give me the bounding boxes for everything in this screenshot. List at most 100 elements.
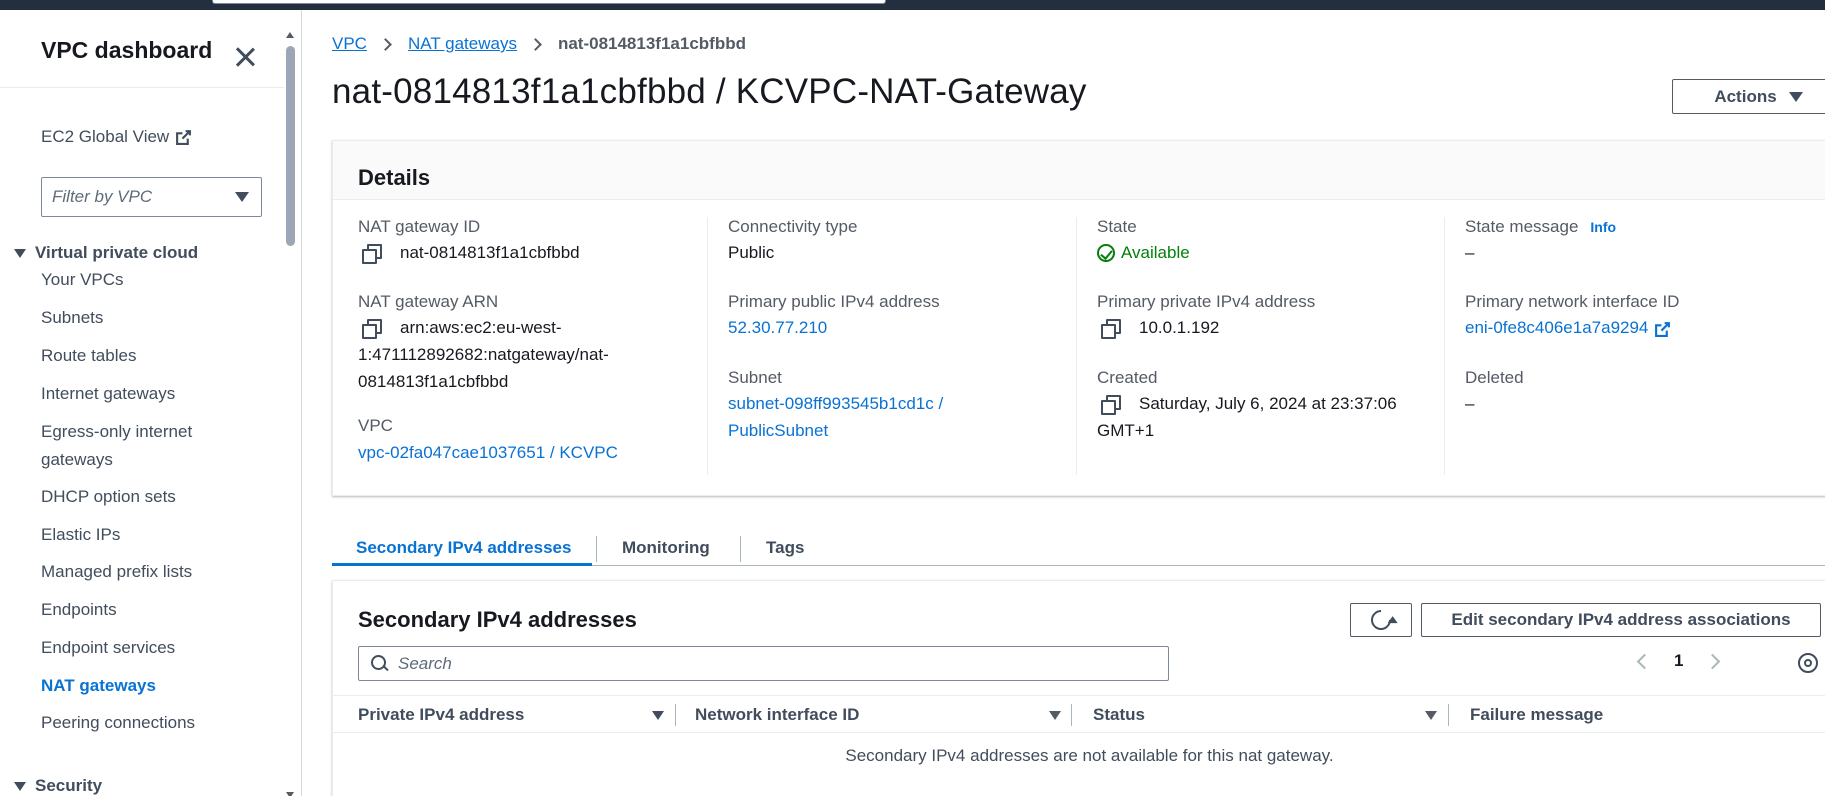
ec2-global-view-link[interactable]: EC2 Global View — [41, 127, 192, 147]
search-icon — [371, 655, 388, 672]
sidebar-item-endpoint-services[interactable]: Endpoint services — [41, 634, 261, 662]
state-text: Available — [1121, 243, 1190, 262]
filter-by-vpc-placeholder: Filter by VPC — [52, 187, 153, 206]
scroll-down-icon[interactable] — [286, 792, 294, 796]
sidebar-item-subnets[interactable]: Subnets — [41, 304, 261, 332]
nat-gateway-arn-label: NAT gateway ARN — [358, 292, 499, 311]
caret-down-icon — [235, 192, 249, 202]
column-divider[interactable] — [1448, 704, 1449, 726]
sort-icon[interactable] — [1049, 711, 1061, 720]
edit-secondary-ipv4-button[interactable]: Edit secondary IPv4 address associations — [1421, 603, 1821, 637]
scroll-up-icon[interactable] — [286, 32, 294, 38]
arn-line-1: arn:aws:ec2:eu-west- — [400, 318, 562, 337]
secondary-ipv4-panel: Secondary IPv4 addresses Edit secondary … — [332, 580, 1825, 796]
primary-eni-link[interactable]: eni-0fe8c406e1a7a9294 — [1465, 314, 1671, 341]
sidebar-item-egress-only-internet-gateways[interactable]: Egress-only internet gateways — [41, 418, 261, 474]
sidebar-scrollbar[interactable] — [284, 20, 296, 796]
deleted-value: – — [1465, 394, 1475, 413]
nat-gateway-id-text: nat-0814813f1a1cbfbbd — [400, 243, 580, 262]
primary-eni-label: Primary network interface ID — [1465, 292, 1680, 311]
sidebar-item-route-tables[interactable]: Route tables — [41, 342, 261, 370]
secondary-ipv4-title: Secondary IPv4 addresses — [358, 607, 637, 632]
nat-gateway-arn-value: arn:aws:ec2:eu-west- 1:471112892682:natg… — [358, 314, 658, 395]
gear-icon[interactable] — [1798, 653, 1818, 673]
copy-icon[interactable] — [1101, 318, 1121, 339]
primary-eni-text: eni-0fe8c406e1a7a9294 — [1465, 318, 1649, 337]
details-panel: Details NAT gateway ID nat-0814813f1a1cb… — [332, 140, 1825, 496]
section-virtual-private-cloud[interactable]: Virtual private cloud — [14, 243, 198, 263]
refresh-icon — [1366, 605, 1396, 635]
scrollbar-thumb[interactable] — [286, 46, 295, 246]
arn-line-2: 1:471112892682:natgateway/nat- — [358, 345, 609, 364]
breadcrumb-vpc[interactable]: VPC — [332, 34, 367, 54]
next-page-icon[interactable] — [1705, 653, 1721, 669]
column-private-ipv4-address[interactable]: Private IPv4 address — [358, 705, 524, 725]
sidebar-item-managed-prefix-lists[interactable]: Managed prefix lists — [41, 558, 261, 586]
column-network-interface-id[interactable]: Network interface ID — [695, 705, 859, 725]
main-content: VPC NAT gateways nat-0814813f1a1cbfbbd n… — [302, 10, 1825, 796]
page-title: nat-0814813f1a1cbfbbd / KCVPC-NAT-Gatewa… — [332, 72, 1087, 111]
refresh-button[interactable] — [1350, 603, 1412, 637]
actions-button[interactable]: Actions — [1672, 79, 1825, 114]
search-placeholder: Search — [398, 653, 452, 673]
divider — [0, 87, 284, 88]
tab-tags[interactable]: Tags — [766, 520, 804, 566]
section-label: Security — [35, 776, 103, 795]
subnet-line-1: subnet-098ff993545b1cd1c / — [728, 394, 944, 413]
primary-public-ipv4-label: Primary public IPv4 address — [728, 292, 940, 311]
chevron-right-icon — [529, 37, 542, 51]
vpc-link[interactable]: vpc-02fa047cae1037651 / KCVPC — [358, 439, 618, 466]
connectivity-type-value: Public — [728, 243, 775, 262]
copy-icon[interactable] — [362, 318, 382, 339]
sort-icon[interactable] — [1425, 711, 1437, 720]
copy-icon[interactable] — [362, 243, 382, 264]
details-heading: Details — [333, 141, 1825, 200]
column-status[interactable]: Status — [1093, 705, 1145, 725]
created-label: Created — [1097, 368, 1158, 387]
status-available-icon — [1097, 243, 1115, 262]
chevron-right-icon — [379, 37, 392, 51]
search-input[interactable]: Search — [358, 646, 1169, 681]
close-icon[interactable] — [234, 46, 256, 68]
empty-state-message: Secondary IPv4 addresses are not availab… — [845, 746, 1334, 765]
global-search-field[interactable] — [212, 0, 886, 4]
breadcrumb: VPC NAT gateways nat-0814813f1a1cbfbbd — [332, 34, 746, 54]
previous-page-icon[interactable] — [1636, 653, 1653, 669]
info-link[interactable]: Info — [1590, 219, 1616, 235]
sidebar-item-endpoints[interactable]: Endpoints — [41, 596, 261, 624]
caret-down-icon — [14, 781, 26, 791]
actions-label: Actions — [1714, 86, 1777, 106]
primary-public-ipv4-link[interactable]: 52.30.77.210 — [728, 314, 827, 341]
state-message-label: State message Info — [1465, 217, 1616, 237]
sidebar-item-your-vpcs[interactable]: Your VPCs — [41, 266, 261, 294]
breadcrumb-current: nat-0814813f1a1cbfbbd — [557, 34, 746, 53]
column-divider[interactable] — [1071, 704, 1072, 726]
state-message-label-text: State message — [1465, 217, 1579, 236]
caret-down-icon — [14, 248, 26, 258]
sidebar-item-elastic-ips[interactable]: Elastic IPs — [41, 521, 261, 549]
page-number[interactable]: 1 — [1674, 651, 1683, 671]
created-line-2: GMT+1 — [1097, 421, 1155, 440]
tab-list: Secondary IPv4 addresses Monitoring Tags — [332, 520, 1825, 566]
sidebar-item-dhcp-option-sets[interactable]: DHCP option sets — [41, 483, 261, 511]
state-value: Available — [1097, 239, 1190, 266]
column-divider[interactable] — [675, 704, 676, 726]
sidebar-item-nat-gateways[interactable]: NAT gateways — [41, 672, 261, 700]
nat-gateway-id-label: NAT gateway ID — [358, 217, 481, 236]
column-failure-message[interactable]: Failure message — [1470, 705, 1603, 725]
details-column-1: NAT gateway ID nat-0814813f1a1cbfbbd NAT… — [358, 217, 698, 475]
state-message-value: – — [1465, 243, 1475, 262]
filter-by-vpc-select[interactable]: Filter by VPC — [41, 177, 262, 217]
sort-descending-icon[interactable] — [652, 711, 664, 720]
subnet-link[interactable]: subnet-098ff993545b1cd1c / PublicSubnet — [728, 390, 943, 444]
primary-private-ipv4-value: 10.0.1.192 — [1097, 314, 1219, 341]
section-security[interactable]: Security — [14, 776, 102, 796]
tab-monitoring[interactable]: Monitoring — [622, 520, 710, 566]
breadcrumb-nat-gateways[interactable]: NAT gateways — [408, 34, 517, 54]
external-link-icon — [1654, 319, 1671, 337]
sidebar-item-internet-gateways[interactable]: Internet gateways — [41, 380, 261, 408]
sidebar-item-peering-connections[interactable]: Peering connections — [41, 709, 261, 737]
details-column-2: Connectivity type Public Primary public … — [707, 217, 1047, 475]
tab-secondary-ipv4-addresses[interactable]: Secondary IPv4 addresses — [332, 520, 592, 566]
copy-icon[interactable] — [1101, 394, 1121, 415]
